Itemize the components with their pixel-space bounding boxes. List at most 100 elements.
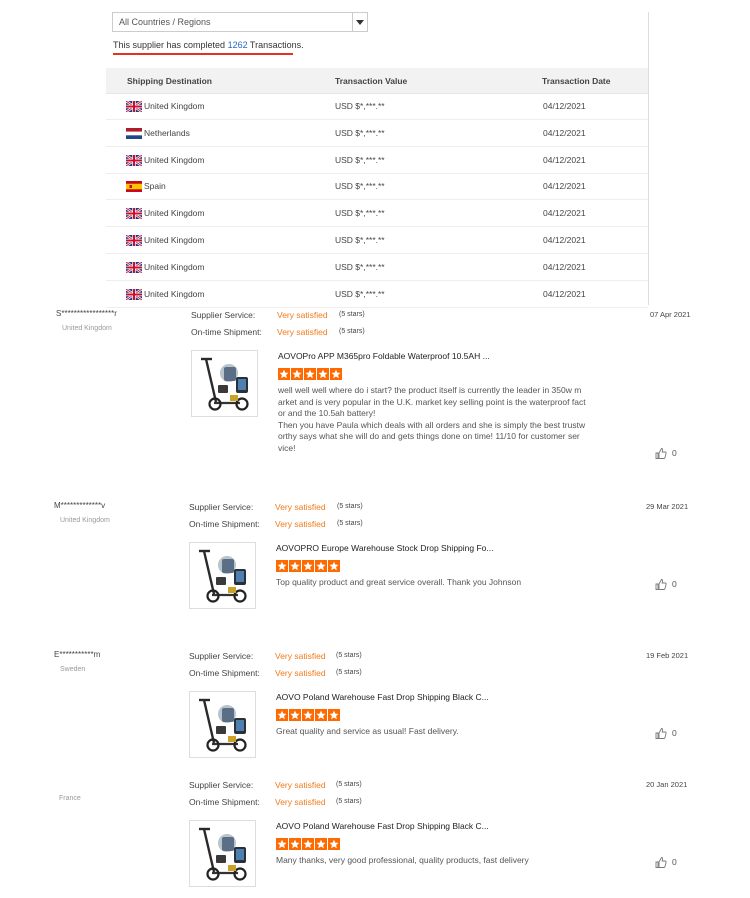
product-thumbnail[interactable] bbox=[191, 350, 258, 417]
on-time-shipment-stars: (5 stars) bbox=[336, 798, 362, 805]
supplier-service-label: Supplier Service: bbox=[191, 310, 256, 320]
like-button[interactable]: 0 bbox=[655, 857, 677, 869]
star-icon bbox=[315, 560, 327, 572]
buyer-country: Sweden bbox=[60, 666, 86, 673]
review-item: E***********m Sweden Supplier Service: Very… bbox=[0, 649, 750, 769]
row-transaction-date: 04/12/2021 bbox=[543, 261, 586, 272]
netherlands-flag-icon bbox=[126, 127, 142, 139]
thumbs-up-icon bbox=[655, 448, 672, 460]
star-icon bbox=[276, 560, 288, 572]
review-date: 19 Feb 2021 bbox=[646, 651, 689, 660]
buyer-name: S*****************r bbox=[56, 309, 117, 318]
star-icon bbox=[289, 709, 301, 721]
buyer-country: United Kingdom bbox=[60, 517, 110, 524]
review-date: 29 Mar 2021 bbox=[646, 502, 689, 511]
star-icon bbox=[328, 560, 340, 572]
thumbs-up-icon bbox=[655, 857, 672, 869]
row-transaction-value: USD $*,***.** bbox=[335, 261, 385, 272]
star-icon bbox=[276, 709, 288, 721]
table-row: Spain USD $*,***.** 04/12/2021 bbox=[106, 173, 648, 201]
table-row: United Kingdom USD $*,***.** 04/12/2021 bbox=[106, 147, 648, 174]
star-icon bbox=[317, 368, 329, 380]
thumbs-up-icon bbox=[655, 728, 672, 740]
uk-flag-icon bbox=[126, 208, 142, 220]
like-button[interactable]: 0 bbox=[655, 579, 677, 591]
like-count: 0 bbox=[672, 728, 677, 738]
on-time-shipment-label: On-time Shipment: bbox=[191, 327, 262, 337]
product-title-link[interactable]: AOVO Poland Warehouse Fast Drop Shipping… bbox=[276, 692, 489, 702]
review-text: Top quality product and great service ov… bbox=[276, 577, 621, 589]
header-shipping-destination: Shipping Destination bbox=[127, 76, 212, 86]
on-time-shipment-stars: (5 stars) bbox=[339, 328, 365, 335]
product-thumbnail[interactable] bbox=[189, 691, 256, 758]
spain-flag-icon bbox=[126, 181, 142, 193]
transaction-count: 1262 bbox=[227, 40, 248, 50]
row-transaction-date: 04/12/2021 bbox=[543, 181, 586, 192]
like-count: 0 bbox=[672, 579, 677, 589]
buyer-country: United Kingdom bbox=[62, 325, 112, 332]
row-transaction-date: 04/12/2021 bbox=[543, 154, 586, 165]
summary-suffix: Transactions. bbox=[247, 40, 304, 50]
review-text: Many thanks, very good professional, qua… bbox=[276, 855, 621, 867]
product-rating-stars bbox=[276, 837, 341, 850]
review-text-line: orthy says what she will do and gets thi… bbox=[278, 431, 580, 441]
uk-flag-icon bbox=[126, 235, 142, 246]
uk-flag-icon bbox=[126, 288, 142, 300]
star-icon bbox=[328, 709, 340, 721]
buyer-country: France bbox=[59, 795, 81, 802]
row-transaction-date: 04/12/2021 bbox=[543, 288, 586, 299]
review-text: Great quality and service as usual! Fast… bbox=[276, 726, 621, 738]
star-icon bbox=[315, 709, 327, 721]
panel-divider bbox=[648, 12, 649, 305]
on-time-shipment-rating: Very satisfied bbox=[275, 519, 326, 529]
row-transaction-value: USD $*,***.** bbox=[335, 181, 385, 192]
product-thumbnail[interactable] bbox=[189, 820, 256, 887]
row-country: Netherlands bbox=[144, 127, 190, 138]
on-time-shipment-rating: Very satisfied bbox=[275, 668, 326, 678]
product-thumbnail[interactable] bbox=[189, 542, 256, 609]
review-date: 07 Apr 2021 bbox=[650, 310, 691, 319]
transactions-table-header: Shipping Destination Transaction Value T… bbox=[106, 68, 648, 94]
product-title-link[interactable]: AOVOPRO Europe Warehouse Stock Drop Ship… bbox=[276, 543, 493, 553]
buyer-name: E***********m bbox=[54, 650, 101, 659]
on-time-shipment-stars: (5 stars) bbox=[336, 669, 362, 676]
scooter-image bbox=[192, 351, 255, 418]
table-row: Netherlands USD $*,***.** 04/12/2021 bbox=[106, 120, 648, 147]
product-title-link[interactable]: AOVOPro APP M365pro Foldable Waterproof … bbox=[278, 351, 490, 361]
supplier-service-rating: Very satisfied bbox=[275, 502, 326, 512]
star-icon bbox=[315, 838, 327, 850]
row-transaction-date: 04/12/2021 bbox=[543, 235, 586, 245]
thumbs-up-icon bbox=[655, 579, 672, 591]
country-region-select-value: All Countries / Regions bbox=[119, 17, 211, 27]
star-icon bbox=[278, 368, 290, 380]
review-text-line: Then you have Paula which deals with all… bbox=[278, 419, 586, 430]
like-count: 0 bbox=[672, 857, 677, 867]
on-time-shipment-stars: (5 stars) bbox=[337, 520, 363, 527]
review-text-line: arket and is very popular in the U.K. ma… bbox=[278, 396, 586, 407]
supplier-service-label: Supplier Service: bbox=[189, 651, 254, 661]
star-icon bbox=[330, 368, 342, 380]
row-country: United Kingdom bbox=[144, 101, 205, 111]
supplier-service-rating: Very satisfied bbox=[277, 310, 328, 320]
row-country: United Kingdom bbox=[144, 288, 205, 299]
scooter-image bbox=[190, 543, 253, 610]
product-title-link[interactable]: AOVO Poland Warehouse Fast Drop Shipping… bbox=[276, 821, 489, 831]
product-rating-stars bbox=[276, 559, 341, 572]
supplier-service-rating: Very satisfied bbox=[275, 651, 326, 661]
review-text-line: well well well where do i start? the pro… bbox=[278, 385, 582, 395]
review-date: 20 Jan 2021 bbox=[646, 780, 688, 789]
buyer-name: M*************v bbox=[54, 501, 106, 510]
transactions-summary: This supplier has completed 1262 Transac… bbox=[113, 40, 304, 50]
like-button[interactable]: 0 bbox=[655, 448, 677, 460]
country-region-select[interactable]: All Countries / Regions bbox=[112, 12, 368, 32]
like-button[interactable]: 0 bbox=[655, 728, 677, 740]
star-icon bbox=[291, 368, 303, 380]
on-time-shipment-label: On-time Shipment: bbox=[189, 668, 260, 678]
row-country: United Kingdom bbox=[144, 154, 205, 165]
chevron-down-icon[interactable] bbox=[352, 13, 367, 31]
supplier-service-stars: (5 stars) bbox=[337, 503, 363, 510]
uk-flag-icon bbox=[126, 101, 142, 112]
scooter-image bbox=[190, 692, 253, 759]
review-text-line: vice! bbox=[278, 442, 296, 453]
row-transaction-date: 04/12/2021 bbox=[543, 127, 586, 138]
